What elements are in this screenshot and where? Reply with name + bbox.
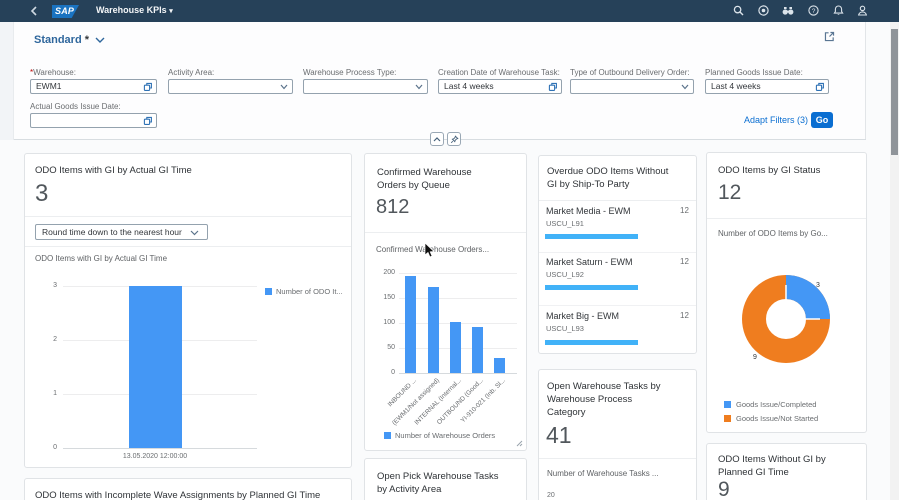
svg-text:?: ?: [812, 8, 816, 15]
